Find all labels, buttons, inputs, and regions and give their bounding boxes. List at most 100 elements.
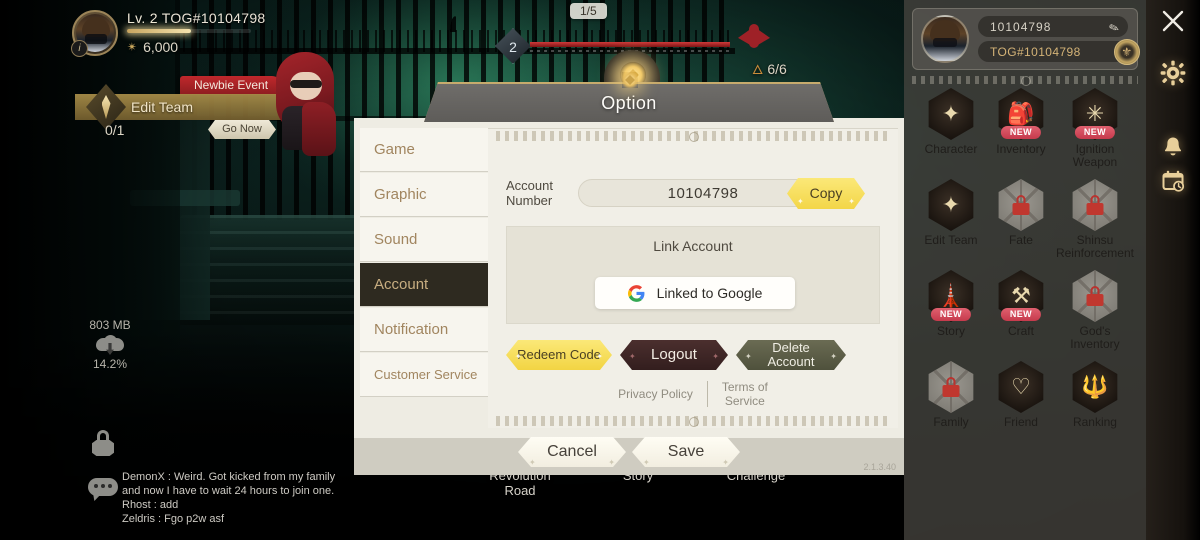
sidebar-item-label: Story bbox=[936, 324, 965, 338]
linked-to-google-button[interactable]: Linked to Google bbox=[595, 277, 795, 309]
guild-emblem-icon[interactable]: ⚜ bbox=[1114, 39, 1140, 65]
cancel-button[interactable]: ✦ Cancel ✦ bbox=[518, 437, 626, 467]
character-sprite bbox=[268, 52, 342, 156]
sidebar-item-label: Family bbox=[933, 415, 969, 429]
sidebar-item-friend[interactable]: ♡ Friend bbox=[986, 361, 1056, 429]
sidebar-item-shinsu-reinforcement[interactable]: Shinsu Reinforcement bbox=[1056, 179, 1134, 260]
frame-ornament-top bbox=[496, 131, 890, 142]
frame-ornament-bottom bbox=[496, 416, 890, 427]
lock-icon[interactable] bbox=[92, 430, 114, 456]
sidebar-item-inventory[interactable]: 🎒 NEW Inventory bbox=[986, 88, 1056, 169]
tab-customer-service[interactable]: Customer Service bbox=[360, 353, 488, 397]
dialog-tab-list: Game Graphic Sound Account Notification … bbox=[360, 128, 488, 398]
go-now-button[interactable]: Go Now bbox=[208, 120, 276, 139]
download-size: 803 MB bbox=[89, 318, 131, 332]
privacy-policy-link[interactable]: Privacy Policy bbox=[618, 387, 693, 401]
close-icon[interactable] bbox=[1156, 4, 1190, 38]
event-tag: Newbie Event bbox=[180, 76, 283, 95]
legal-links: Privacy Policy Terms of Service bbox=[506, 380, 880, 408]
bell-icon[interactable] bbox=[1156, 130, 1190, 164]
google-button-label: Linked to Google bbox=[656, 285, 763, 301]
link-account-panel: Link Account Linked to Google bbox=[506, 226, 880, 324]
sidebar-item-label: Shinsu Reinforcement bbox=[1055, 233, 1134, 260]
sidebar-item-edit-team[interactable]: ✦ Edit Team bbox=[916, 179, 986, 260]
pencil-icon[interactable]: ✎ bbox=[1107, 20, 1122, 37]
chat-message: Rhost : add bbox=[122, 499, 179, 511]
avatar[interactable]: i bbox=[71, 10, 118, 57]
status-badge: NEW bbox=[1000, 126, 1042, 139]
flame-icon: 🜂 bbox=[752, 62, 764, 77]
delete-account-label: Delete Account bbox=[767, 340, 815, 369]
sidebar-item-family[interactable]: Family bbox=[916, 361, 986, 429]
copy-button[interactable]: Copy bbox=[787, 178, 865, 209]
nickname-value: 10104798 bbox=[990, 19, 1052, 34]
sparkle-icon: ✦ bbox=[928, 88, 974, 140]
boss-hp-fill bbox=[530, 42, 730, 47]
tab-game[interactable]: Game bbox=[360, 128, 488, 172]
tab-account[interactable]: Account bbox=[360, 263, 488, 307]
delete-account-button[interactable]: ✦ Delete Account ✦ bbox=[736, 340, 846, 370]
star-icon: ✴ bbox=[127, 40, 138, 54]
calendar-clock-icon[interactable] bbox=[1156, 164, 1190, 198]
player-level: Lv. 2 bbox=[127, 10, 158, 26]
tab-sound[interactable]: Sound bbox=[360, 218, 488, 262]
terms-of-service-link[interactable]: Terms of Service bbox=[722, 380, 768, 408]
tab-graphic[interactable]: Graphic bbox=[360, 173, 488, 217]
tab-notification[interactable]: Notification bbox=[360, 308, 488, 352]
divider bbox=[706, 381, 708, 407]
status-badge: NEW bbox=[1074, 126, 1116, 139]
dialog-footer: ✦ Cancel ✦ ✦ Save ✦ 2.1.3.40 bbox=[354, 438, 904, 475]
sidebar-item-label: Ranking bbox=[1072, 415, 1117, 429]
lock-icon bbox=[1072, 179, 1118, 231]
chat-log[interactable]: DemonX : Weird. Got kicked from my famil… bbox=[122, 470, 372, 526]
gear-icon[interactable] bbox=[1156, 56, 1190, 90]
save-button[interactable]: ✦ Save ✦ bbox=[632, 437, 740, 467]
sidebar-item-label: Ignition Weapon bbox=[1072, 142, 1118, 169]
account-number-row: Account Number 10104798 Copy bbox=[506, 178, 828, 208]
sidebar-item-label: Craft bbox=[1007, 324, 1034, 338]
sidebar-item-ignition-weapon[interactable]: ✳ NEW Ignition Weapon bbox=[1056, 88, 1134, 169]
logout-label: Logout bbox=[651, 346, 697, 363]
lock-icon bbox=[998, 179, 1044, 231]
tag-field: TOG#10104798 ⚜ bbox=[978, 39, 1140, 65]
sidebar-item-craft[interactable]: ⚒ NEW Craft bbox=[986, 270, 1056, 351]
xp-bar bbox=[127, 29, 251, 33]
header-gem-icon bbox=[622, 72, 638, 88]
wave-counter: 1/5 bbox=[570, 3, 607, 19]
gold-amount: 6,000 bbox=[143, 39, 179, 55]
dialog-inner: Game Graphic Sound Account Notification … bbox=[354, 118, 904, 438]
player-name: TOG#10104798 bbox=[161, 10, 266, 26]
account-number-label: Account Number bbox=[506, 178, 553, 208]
boss-bird-icon bbox=[738, 22, 770, 52]
sidebar-item-ranking[interactable]: 🔱 Ranking bbox=[1056, 361, 1134, 429]
chat-message: DemonX : Weird. Got kicked from my famil… bbox=[122, 471, 336, 483]
side-menu-grid: ✦ Character 🎒 NEW Inventory ✳ NEW Igniti… bbox=[916, 88, 1134, 429]
redeem-code-label: Redeem Code bbox=[517, 347, 601, 362]
chat-message: and now I have to wait 24 hours to join … bbox=[122, 485, 335, 497]
info-icon[interactable]: i bbox=[71, 40, 88, 57]
sidebar-item-character[interactable]: ✦ Character bbox=[916, 88, 986, 169]
sidebar-item-gods-inventory[interactable]: God's Inventory bbox=[1056, 270, 1134, 351]
lock-icon bbox=[928, 361, 974, 413]
heart-wing-icon: ♡ bbox=[998, 361, 1044, 413]
sidebar-item-fate[interactable]: Fate bbox=[986, 179, 1056, 260]
nickname-field[interactable]: 10104798 ✎ bbox=[978, 16, 1128, 37]
sidebar-item-label: Inventory bbox=[996, 142, 1046, 156]
sidebar-item-label: Character bbox=[924, 142, 978, 156]
avatar[interactable] bbox=[921, 15, 969, 63]
link-account-title: Link Account bbox=[653, 238, 733, 254]
sidebar-item-story[interactable]: 🗼 NEW Story bbox=[916, 270, 986, 351]
profile-card[interactable]: 10104798 ✎ TOG#10104798 ⚜ bbox=[912, 8, 1140, 70]
dialog-header: Option bbox=[424, 82, 834, 122]
redeem-code-button[interactable]: ✦ Redeem Code ✦ bbox=[506, 340, 612, 370]
sidebar-item-label: Edit Team bbox=[924, 233, 978, 247]
download-indicator[interactable]: 803 MB 14.2% bbox=[80, 318, 140, 371]
chat-bubble-icon[interactable] bbox=[88, 478, 118, 502]
cancel-label: Cancel bbox=[547, 443, 597, 460]
game-screen: i Lv. 2 TOG#10104798 ✴ 6,000 Newbie Even… bbox=[0, 0, 1200, 540]
player-hud[interactable]: i Lv. 2 TOG#10104798 ✴ 6,000 bbox=[71, 10, 266, 57]
logout-button[interactable]: ✦ Logout ✦ bbox=[620, 340, 728, 370]
tag-value: TOG#10104798 bbox=[990, 44, 1081, 59]
status-badge: NEW bbox=[1000, 308, 1042, 321]
trident-icon: 🔱 bbox=[1072, 361, 1118, 413]
